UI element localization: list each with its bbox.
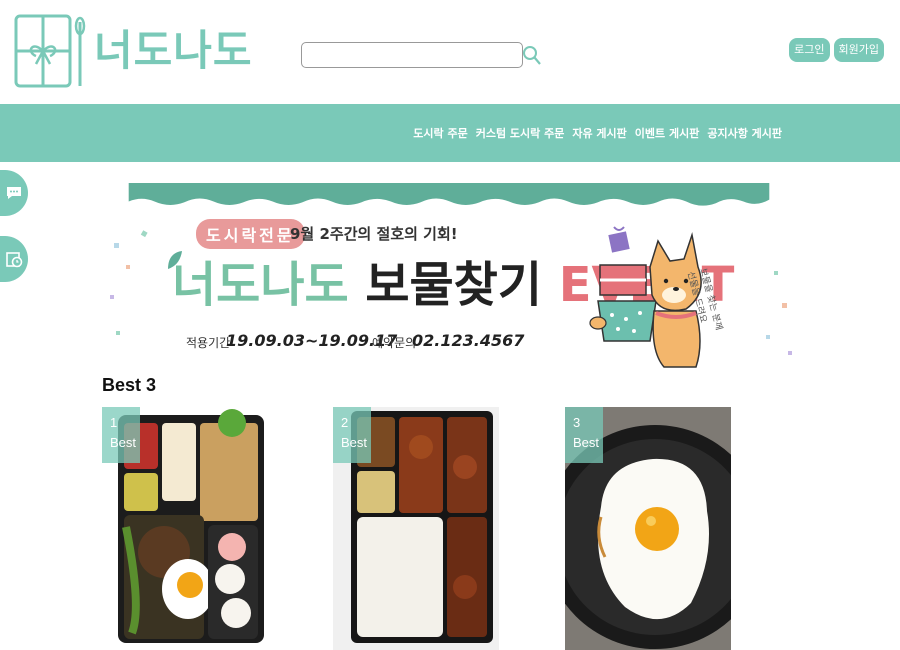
- rank-number: 1: [110, 415, 118, 430]
- clock-calendar-icon: [6, 252, 23, 268]
- nav-item-event-board[interactable]: 이벤트 게시판: [635, 125, 700, 141]
- chat-bubble-icon: [7, 187, 21, 199]
- best-card-1[interactable]: 1 Best: [102, 407, 268, 650]
- lunchbox-logo-icon: [14, 14, 86, 88]
- rank-number: 2: [341, 415, 349, 430]
- main-nav: 도시락 주문 커스텀 도시락 주문 자유 게시판 이벤트 게시판 공지사항 게시…: [0, 104, 900, 162]
- rank-badge: 2 Best: [333, 407, 371, 463]
- login-button[interactable]: 로그인: [789, 38, 830, 63]
- rank-tag: Best: [341, 434, 368, 450]
- signup-button[interactable]: 회원가입: [833, 38, 884, 63]
- contact-label: 예약문의: [372, 336, 417, 350]
- contact-value: 02.123.4567: [412, 331, 525, 350]
- search-icon[interactable]: [522, 42, 542, 68]
- nav-item-free-board[interactable]: 자유 게시판: [572, 125, 626, 141]
- event-title-part2: 보물찾기: [365, 257, 542, 313]
- best-card-2[interactable]: 2 Best: [333, 407, 499, 650]
- search-input[interactable]: [301, 42, 523, 68]
- page: 너도나도 로그인 회원가입 도시락 주문 커스텀 도시락 주문 자유 게시판 이…: [0, 0, 900, 650]
- nav-item-custom-order[interactable]: 커스텀 도시락 주문: [476, 125, 565, 141]
- auth-buttons: 로그인 회원가입: [789, 38, 884, 63]
- event-title-part1: 너도나도: [172, 257, 349, 313]
- best-section-title: Best 3: [102, 375, 157, 395]
- event-banner[interactable]: 도시락전문 9월 2주간의 절호의 기회! 너도나도 보물찾기 EVENT 적용…: [102, 183, 796, 372]
- period-label: 적용기간: [186, 336, 231, 350]
- best-card-3[interactable]: 3 Best: [565, 407, 731, 650]
- chat-button[interactable]: [0, 170, 28, 216]
- nav-item-lunchbox-order[interactable]: 도시락 주문: [413, 125, 467, 141]
- site-logo[interactable]: 너도나도: [14, 12, 253, 90]
- rank-tag: Best: [573, 434, 600, 450]
- rank-badge: 3 Best: [565, 407, 603, 463]
- schedule-button[interactable]: [0, 236, 28, 282]
- banner-headline: 9월 2주간의 절호의 기회!: [290, 225, 458, 243]
- rank-tag: Best: [110, 434, 137, 450]
- banner-badge: 도시락전문: [196, 219, 305, 249]
- nav-item-notice-board[interactable]: 공지사항 게시판: [707, 125, 782, 141]
- logo-text: 너도나도: [94, 26, 253, 75]
- rank-number: 3: [573, 415, 581, 430]
- rank-badge: 1 Best: [102, 407, 140, 463]
